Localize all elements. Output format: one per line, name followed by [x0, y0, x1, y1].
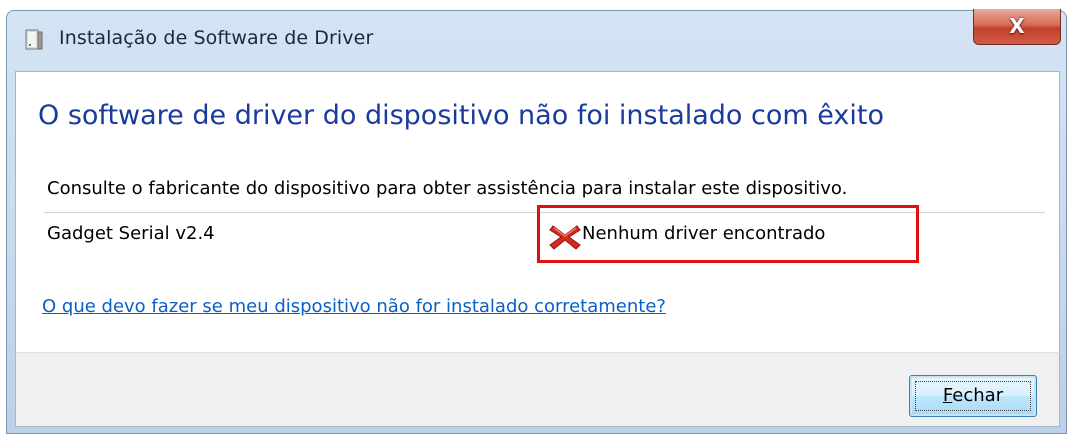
dialog-content: O software de driver do dispositivo não … — [15, 71, 1060, 353]
focus-rect — [915, 381, 1031, 411]
help-link[interactable]: O que devo fazer se meu dispositivo não … — [42, 296, 666, 317]
window-title: Instalação de Software de Driver — [59, 27, 374, 49]
window-close-button[interactable]: X — [973, 9, 1061, 45]
title-bar[interactable]: Instalação de Software de Driver X — [7, 9, 1066, 71]
close-dialog-button[interactable]: Fechar — [909, 375, 1037, 417]
red-x-icon — [549, 225, 581, 250]
driver-setup-icon — [25, 29, 43, 50]
dialog-window: Instalação de Software de Driver X O sof… — [6, 9, 1067, 434]
dialog-footer: Fechar — [15, 352, 1060, 427]
device-name: Gadget Serial v2.4 — [47, 223, 215, 244]
description-text: Consulte o fabricante do dispositivo par… — [47, 178, 848, 199]
main-instruction: O software de driver do dispositivo não … — [38, 100, 884, 131]
device-status: Nenhum driver encontrado — [582, 223, 826, 244]
